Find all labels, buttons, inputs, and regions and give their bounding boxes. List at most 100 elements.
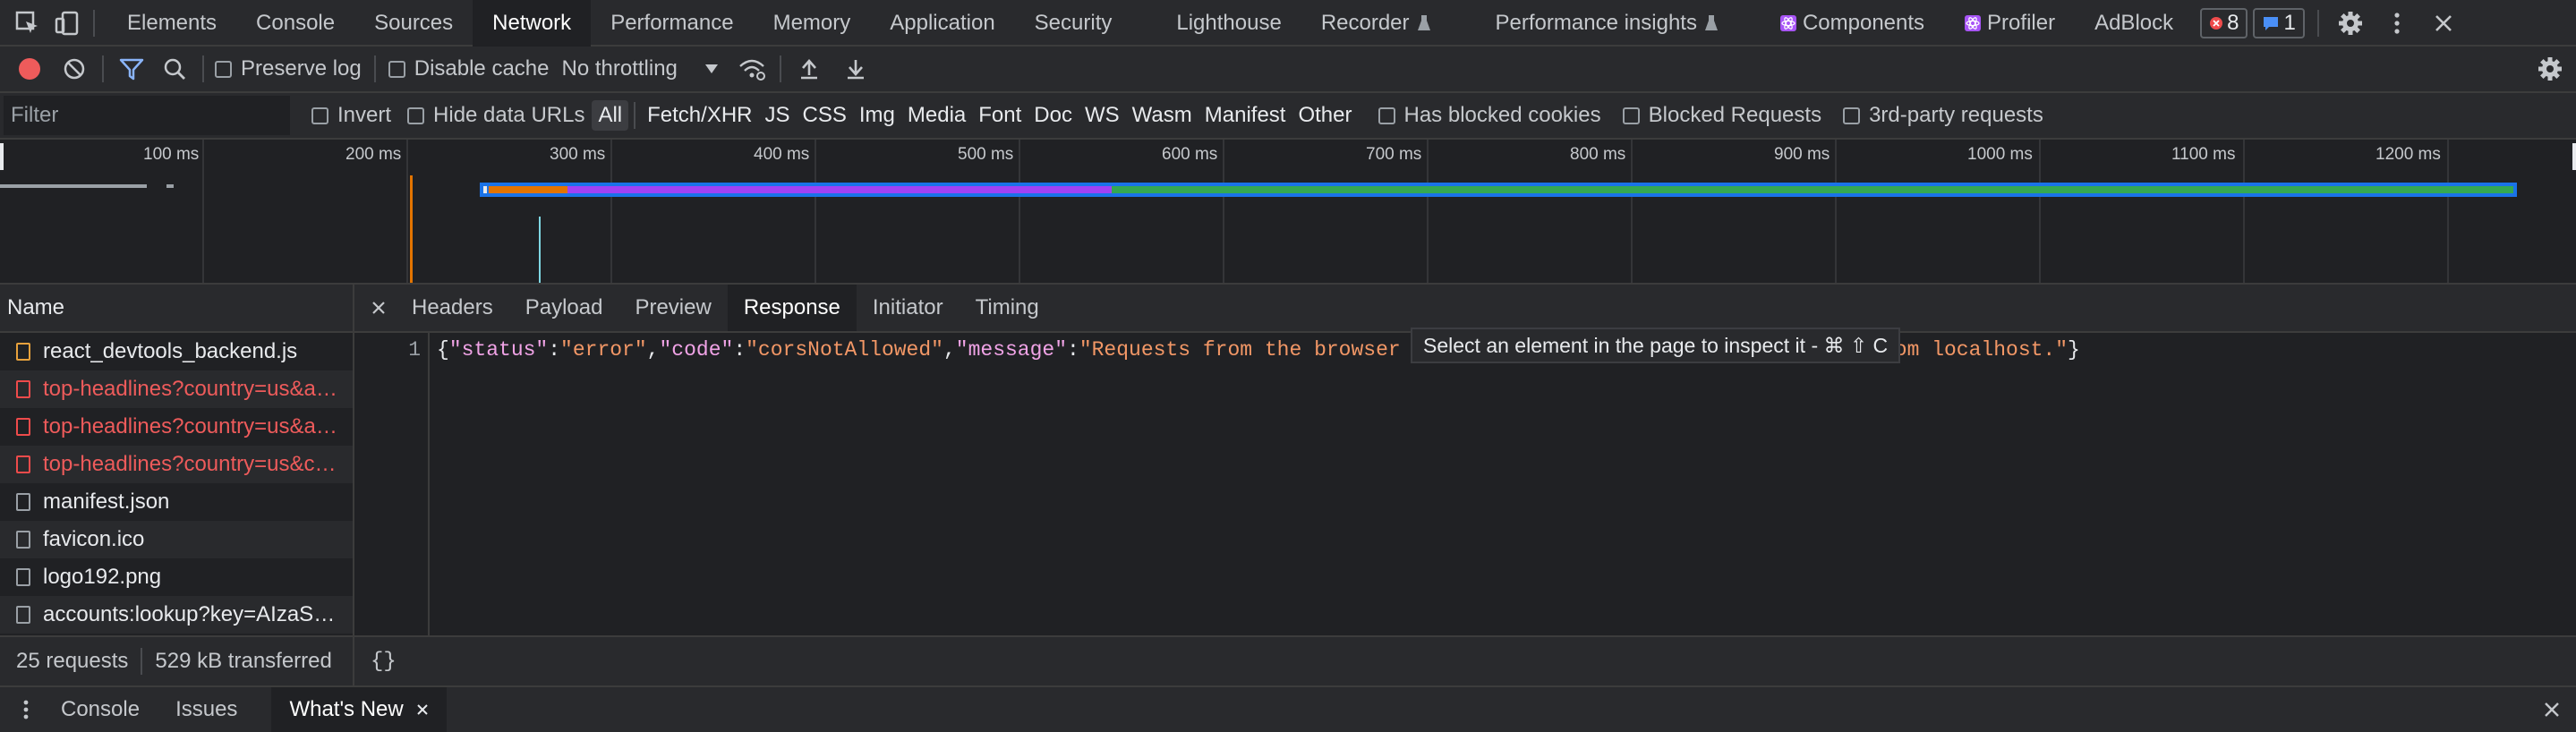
filter-type-doc[interactable]: Doc <box>1028 100 1079 131</box>
filter-type-ws[interactable]: WS <box>1079 100 1126 131</box>
json-value: "error" <box>560 338 647 362</box>
request-row[interactable]: react_devtools_backend.js <box>0 333 353 370</box>
drawer-tab-issues[interactable]: Issues <box>158 687 255 732</box>
overview-handle-left[interactable] <box>0 143 4 170</box>
request-row[interactable]: favicon.ico <box>0 521 353 558</box>
checkbox-box <box>1622 106 1640 124</box>
tab-components[interactable]: Components <box>1738 0 1944 47</box>
overview-handle-right[interactable] <box>2572 143 2576 170</box>
react-icon <box>1964 14 1982 32</box>
name-column-header[interactable]: Name <box>0 285 353 333</box>
network-settings-gear-icon[interactable] <box>2533 52 2567 86</box>
tick-label: 600 ms <box>1162 145 1218 164</box>
export-har-icon[interactable] <box>839 52 873 86</box>
tab-adblock[interactable]: AdBlock <box>2075 0 2193 47</box>
tab-timing[interactable]: Timing <box>960 285 1055 331</box>
checkbox-box <box>1378 106 1395 124</box>
network-overview-timeline[interactable]: 100 ms 200 ms 300 ms 400 ms 500 ms 600 m… <box>0 140 2576 285</box>
close-drawer-icon[interactable] <box>2535 693 2569 727</box>
hide-data-urls-checkbox[interactable]: Hide data URLs <box>407 103 584 128</box>
tick-label: 700 ms <box>1366 145 1422 164</box>
request-row[interactable]: top-headlines?country=us&a… <box>0 408 353 446</box>
tab-elements[interactable]: Elements <box>104 0 236 47</box>
message-count-badge[interactable]: 1 <box>2253 8 2305 38</box>
tab-console[interactable]: Console <box>236 0 354 47</box>
network-toolbar: Preserve log Disable cache No throttling <box>0 47 2576 93</box>
request-row[interactable]: logo192.png <box>0 558 353 596</box>
json-key: "message" <box>955 338 1068 362</box>
request-row[interactable]: accounts:lookup?key=AIzaS… <box>0 596 353 634</box>
network-conditions-icon[interactable] <box>735 52 769 86</box>
tab-components-label: Components <box>1802 11 1925 35</box>
drawer-tab-whats-new[interactable]: What's New <box>271 687 447 732</box>
request-bar <box>483 186 487 193</box>
request-bar <box>0 184 147 188</box>
more-options-icon[interactable] <box>2380 6 2414 40</box>
filter-input[interactable]: Filter <box>4 96 290 135</box>
tab-preview[interactable]: Preview <box>618 285 727 331</box>
tab-lighthouse[interactable]: Lighthouse <box>1156 0 1301 47</box>
filter-type-img[interactable]: Img <box>853 100 901 131</box>
import-har-icon[interactable] <box>792 52 826 86</box>
drawer-tab-console[interactable]: Console <box>43 687 158 732</box>
filter-type-all[interactable]: All <box>592 100 629 131</box>
request-bar <box>1112 186 2513 193</box>
filter-type-other[interactable]: Other <box>1292 100 1358 131</box>
filter-type-css[interactable]: CSS <box>797 100 853 131</box>
request-row[interactable]: top-headlines?country=us&c… <box>0 446 353 483</box>
error-icon <box>2209 16 2223 30</box>
has-blocked-cookies-checkbox[interactable]: Has blocked cookies <box>1378 103 1601 128</box>
tab-response[interactable]: Response <box>727 285 857 331</box>
error-count-badge[interactable]: 8 <box>2200 8 2248 38</box>
line-number: 1 <box>408 338 421 362</box>
request-name: top-headlines?country=us&a… <box>43 377 337 401</box>
gridline <box>610 140 612 283</box>
tab-performance-insights[interactable]: Performance insights <box>1451 0 1738 47</box>
blocked-requests-checkbox[interactable]: Blocked Requests <box>1622 103 1822 128</box>
filter-type-media[interactable]: Media <box>901 100 972 131</box>
tab-initiator[interactable]: Initiator <box>857 285 960 331</box>
record-icon[interactable] <box>13 52 47 86</box>
settings-gear-icon[interactable] <box>2333 6 2367 40</box>
request-bar <box>489 186 567 193</box>
tab-sources[interactable]: Sources <box>354 0 473 47</box>
disable-cache-checkbox[interactable]: Disable cache <box>388 56 549 81</box>
drawer-menu-icon[interactable] <box>9 693 43 727</box>
tab-performance[interactable]: Performance <box>591 0 753 47</box>
close-devtools-icon[interactable] <box>2427 6 2461 40</box>
gridline <box>406 140 408 283</box>
tab-payload[interactable]: Payload <box>509 285 619 331</box>
tab-profiler[interactable]: Profiler <box>1944 0 2075 47</box>
filter-type-fetch-xhr[interactable]: Fetch/XHR <box>641 100 758 131</box>
tab-security[interactable]: Security <box>1015 0 1157 47</box>
tab-network[interactable]: Network <box>473 0 592 47</box>
filter-type-wasm[interactable]: Wasm <box>1126 100 1198 131</box>
search-icon[interactable] <box>158 52 192 86</box>
third-party-requests-checkbox[interactable]: 3rd-party requests <box>1843 103 2043 128</box>
device-toolbar-icon[interactable] <box>50 6 84 40</box>
tab-memory[interactable]: Memory <box>754 0 871 47</box>
tab-recorder[interactable]: Recorder <box>1301 0 1451 47</box>
close-detail-icon[interactable] <box>362 291 396 325</box>
filter-type-font[interactable]: Font <box>972 100 1028 131</box>
invert-checkbox[interactable]: Invert <box>311 103 391 128</box>
request-row[interactable]: manifest.json <box>0 483 353 521</box>
dropdown-arrow-icon <box>704 64 719 74</box>
throttling-select[interactable]: No throttling <box>561 56 718 81</box>
inspect-element-icon[interactable] <box>11 6 45 40</box>
toolbar-divider <box>373 55 376 82</box>
filter-type-js[interactable]: JS <box>759 100 797 131</box>
gridline <box>1223 140 1224 283</box>
pretty-print-button[interactable]: {} <box>371 650 397 674</box>
preserve-log-checkbox[interactable]: Preserve log <box>215 56 362 81</box>
request-row[interactable]: top-headlines?country=us&a… <box>0 370 353 408</box>
clear-icon[interactable] <box>57 52 91 86</box>
tab-application[interactable]: Application <box>870 0 1014 47</box>
blocked-requests-label: Blocked Requests <box>1648 103 1822 127</box>
filter-icon[interactable] <box>115 52 149 86</box>
filter-type-manifest[interactable]: Manifest <box>1198 100 1292 131</box>
tick-label: 400 ms <box>754 145 810 164</box>
tab-headers[interactable]: Headers <box>396 285 509 331</box>
close-tab-icon[interactable] <box>416 703 429 716</box>
request-list-panel: Name react_devtools_backend.js top-headl… <box>0 285 354 685</box>
